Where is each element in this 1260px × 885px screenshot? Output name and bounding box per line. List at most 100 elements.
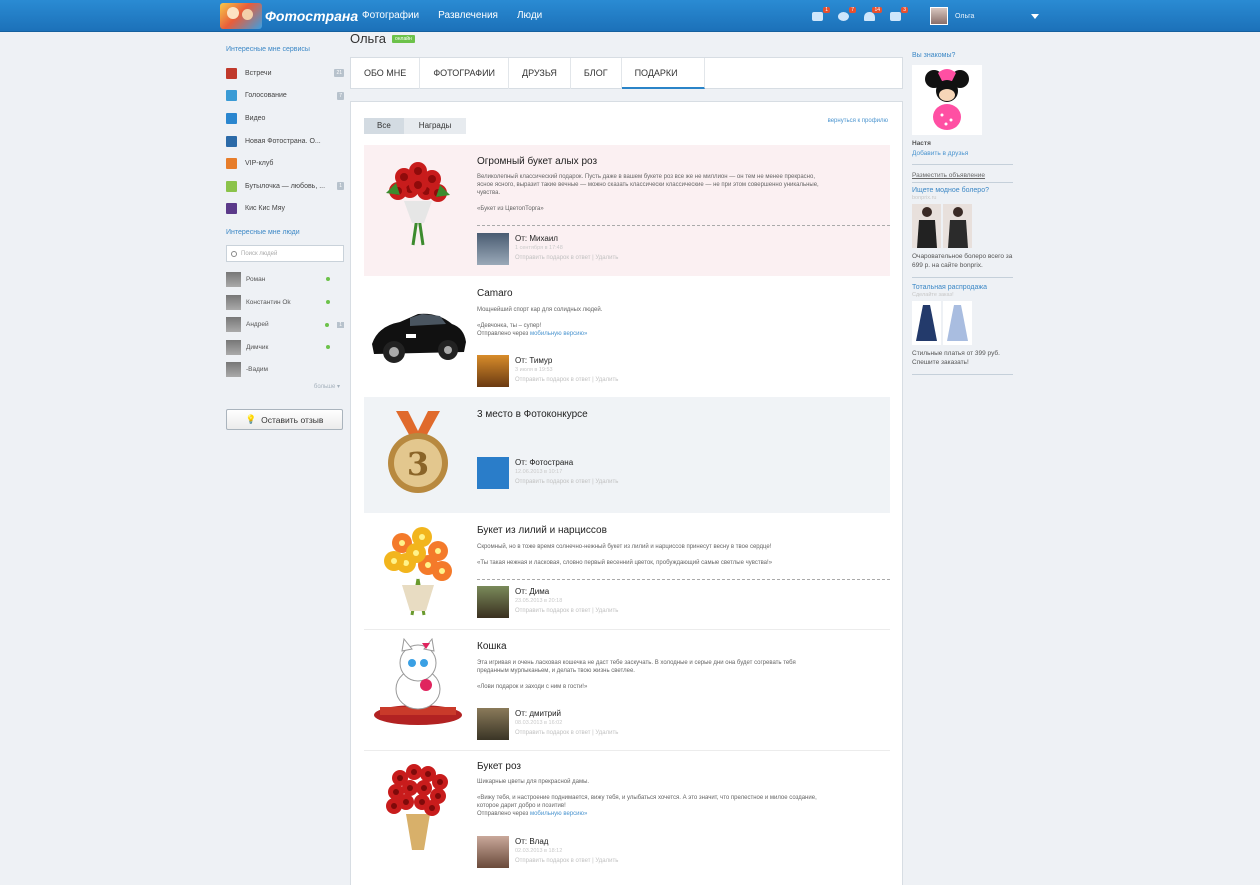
dress-photo-1 [912,301,941,345]
reply-gift-link[interactable]: Отправить подарок в ответ [515,608,591,614]
delete-gift-link[interactable]: Удалить [595,479,618,485]
tab-photos[interactable]: ФОТОГРАФИИ [420,58,510,89]
person-item[interactable]: Константин Ok [226,291,344,314]
sender-avatar[interactable] [477,708,509,740]
delete-gift-link[interactable]: Удалить [595,608,618,614]
news-icon[interactable]: 1 [812,7,830,24]
tab-gifts[interactable]: ПОДАРКИ [621,58,705,89]
filter-awards[interactable]: Награды [403,118,467,134]
sender-avatar[interactable] [477,836,509,868]
people-search-input[interactable]: Поиск людей [226,245,344,263]
mobile-version-link[interactable]: мобильную версию» [530,331,587,337]
site-logo[interactable]: Фотострана [220,3,358,29]
service-label: Встречи [245,69,272,77]
sender-avatar[interactable] [477,457,509,489]
delete-gift-link[interactable]: Удалить [595,730,618,736]
service-item[interactable]: Видео [226,107,344,130]
reply-gift-link[interactable]: Отправить подарок в ответ [515,255,591,261]
ad1-text: Очаровательное болеро всего за 699 р. на… [912,253,1013,269]
ad1-image[interactable] [912,204,1013,248]
delete-gift-link[interactable]: Удалить [595,255,618,261]
gift-sender[interactable]: От: Тимур [515,356,552,365]
tab-friends[interactable]: ДРУЗЬЯ [509,58,571,89]
nav-people[interactable]: Люди [517,10,542,21]
gift-image[interactable] [366,153,470,249]
events-icon[interactable]: 7 [838,7,856,24]
divider [912,182,1013,183]
svg-text:3: 3 [407,445,429,483]
more-people-link[interactable]: больше ▾ [226,383,344,390]
nav-photos[interactable]: Фотографии [362,10,419,21]
reply-gift-link[interactable]: Отправить подарок в ответ [515,858,591,864]
ad1-title[interactable]: Ищете модное болеро? [912,187,1013,194]
messages-icon[interactable]: 3 [890,7,908,24]
ad2-title[interactable]: Тотальная распродажа [912,284,1013,291]
gift-title: Кошка [477,641,507,652]
sender-avatar[interactable] [477,586,509,618]
service-icon [226,90,237,102]
place-ad-link[interactable]: Разместить объявление [912,171,1013,180]
online-dot-icon [326,345,330,350]
service-icon [226,67,237,79]
person-name: Роман [246,275,266,283]
gift-date: 02.03.2013 в 18:12 [515,848,563,854]
action-divider: | [592,730,594,736]
gift-image[interactable] [366,521,470,617]
gift-sender[interactable]: От: Дима [515,587,549,596]
mobile-version-link[interactable]: мобильную версию» [530,811,587,817]
person-item[interactable]: Андрей 1 [226,313,344,336]
ad2-image[interactable] [912,301,1013,345]
delete-gift-link[interactable]: Удалить [595,377,618,383]
news-count: 1 [823,7,830,13]
reply-gift-link[interactable]: Отправить подарок в ответ [515,730,591,736]
gift-image[interactable] [366,284,470,380]
tab-blog[interactable]: БЛОГ [571,58,622,89]
sender-avatar[interactable] [477,355,509,387]
gift-actions: Отправить подарок в ответ | Удалить [515,377,618,383]
gift-description: Великолепный классический подарок. Пусть… [477,173,822,213]
tab-about[interactable]: ОБО МНЕ [351,58,421,89]
nav-entertainment[interactable]: Развлечения [438,10,498,21]
person-item[interactable]: Димчик [226,336,344,359]
filter-all[interactable]: Все [364,118,404,134]
person-item[interactable]: Роман [226,268,344,291]
friends-icon[interactable]: 14 [864,7,882,24]
gift-sender[interactable]: От: Фотострана [515,458,573,467]
service-item[interactable]: VIP-клуб [226,152,344,175]
gift-image[interactable] [366,758,470,854]
leave-feedback-button[interactable]: 💡 Оставить отзыв [226,409,343,431]
add-friend-link[interactable]: Добавить в друзья [912,150,1013,157]
gift-actions: Отправить подарок в ответ | Удалить [515,255,618,261]
chevron-down-icon[interactable] [1031,13,1040,19]
online-badge: онлайн [392,34,415,43]
gift-date: 23.05.2013 в 20:18 [515,598,563,604]
suggested-person-photo[interactable] [912,65,982,135]
service-item[interactable]: Голосование 7 [226,85,344,108]
service-item[interactable]: Новая Фотострана. О... [226,130,344,153]
reply-gift-link[interactable]: Отправить подарок в ответ [515,377,591,383]
gift-title: 3 место в Фотоконкурсе [477,409,588,420]
gift-sender[interactable]: От: Михаил [515,234,558,243]
sender-avatar[interactable] [477,233,509,265]
profile-tabs: ОБО МНЕ ФОТОГРАФИИ ДРУЗЬЯ БЛОГ ПОДАРКИ [350,57,903,89]
action-divider: | [592,479,594,485]
person-item[interactable]: -Вадим [226,359,344,382]
back-to-profile-link[interactable]: вернуться к профилю [828,118,888,124]
divider [912,277,1013,278]
service-item[interactable]: Бутылочка — любовь, ... 1 [226,175,344,198]
gift-image[interactable]: 3 [366,405,470,501]
know-heading: Вы знакомы? [912,52,956,59]
service-item[interactable]: Кис Кис Мяу [226,198,344,221]
gift-image[interactable] [366,637,470,733]
person-badge: 1 [337,321,344,328]
gift-sender[interactable]: От: дмитрий [515,709,561,718]
service-item[interactable]: Встречи 21 [226,62,344,85]
avatar [226,362,241,378]
gift-actions: Отправить подарок в ответ | Удалить [515,730,618,736]
reply-gift-link[interactable]: Отправить подарок в ответ [515,479,591,485]
profile-name: Ольга онлайн [350,31,415,46]
gift-sender[interactable]: От: Влад [515,837,548,846]
divider [912,374,1013,375]
user-menu[interactable]: Ольга [930,7,1040,25]
delete-gift-link[interactable]: Удалить [595,858,618,864]
